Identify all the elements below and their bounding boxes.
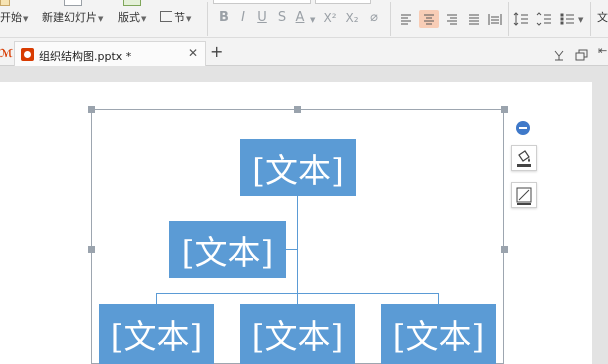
connector-line [156,293,157,304]
resize-handle-top-right[interactable] [501,106,508,113]
chevron-down-icon: ▼ [186,15,192,23]
distributed-icon[interactable] [485,10,505,28]
mic-icon[interactable] [552,46,566,61]
start-label: 开始 [0,11,22,24]
connector-line [286,249,298,250]
subscript-button[interactable]: X₂ [342,10,362,26]
paste-icon[interactable] [0,0,10,6]
paragraph-spacing-icon[interactable] [535,10,555,28]
layout-button[interactable]: 版式▼ [118,11,146,26]
align-right-icon[interactable] [442,10,462,28]
tab-title: 组织结构图.pptx * [39,50,132,63]
new-slide-label: 新建幻灯片 [42,11,97,24]
line-spacing-icon[interactable] [512,10,532,28]
divider [508,2,509,36]
connector-line [438,293,439,304]
document-tab[interactable]: 组织结构图.pptx * ✕ [14,41,206,66]
font-color-button[interactable]: A [292,10,308,26]
chevron-down-icon[interactable]: ▼ [310,13,315,27]
justify-icon[interactable] [464,10,484,28]
collapse-panel-icon[interactable]: ⇤ [598,44,607,57]
fill-bucket-button[interactable] [511,145,537,171]
align-center-icon[interactable] [419,10,439,28]
section-button[interactable]: 节▼ [160,11,191,26]
connector-line [297,293,298,304]
close-icon[interactable]: ✕ [188,46,198,60]
ribbon-toolbar: 开始▼ 新建幻灯片▼ 版式▼ 节▼ B I U S A ▼ X² X₂ ⌀ ▼ … [0,0,608,38]
org-node-assistant[interactable]: [文本] [169,221,286,278]
superscript-button[interactable]: X² [320,10,340,26]
chevron-down-icon: ▼ [23,15,29,23]
divider [207,2,208,36]
document-tab-bar: ℳ 组织结构图.pptx * ✕ + ⇤ [0,38,608,66]
org-node-child-2[interactable]: [文本] [240,304,355,364]
org-node-child-3[interactable]: [文本] [381,304,496,364]
org-node-child-1[interactable]: [文本] [99,304,214,364]
align-left-icon[interactable] [396,10,416,28]
underline-button[interactable]: U [254,10,270,26]
connector-line [297,196,298,294]
presentation-file-icon [21,48,34,61]
line-style-button[interactable] [511,182,537,208]
chevron-down-icon[interactable]: ▼ [578,13,583,27]
new-slide-icon[interactable] [64,0,82,6]
collapse-icon[interactable]: ℳ [0,47,13,60]
layout-label: 版式 [118,11,140,24]
minus-circle-icon[interactable] [516,121,530,135]
restore-icon[interactable] [575,46,589,61]
new-slide-button[interactable]: 新建幻灯片▼ [42,11,103,26]
section-label: 节 [174,11,185,24]
resize-handle-middle-right[interactable] [501,246,508,253]
bullets-icon[interactable] [558,10,578,28]
font-name-box[interactable] [213,0,311,4]
chevron-down-icon: ▼ [141,15,147,23]
resize-handle-top-left[interactable] [88,106,95,113]
org-node-top[interactable]: [文本] [240,139,356,196]
clear-format-icon[interactable]: ⌀ [366,10,382,26]
bold-button[interactable]: B [216,10,232,26]
resize-handle-middle-left[interactable] [88,246,95,253]
line-style-icon [516,187,532,205]
section-icon [160,11,172,22]
chevron-down-icon: ▼ [98,15,104,23]
fill-bucket-icon [517,150,531,167]
divider [590,2,591,36]
add-tab-button[interactable]: + [210,42,223,61]
divider [390,2,391,36]
strikethrough-button[interactable]: S [274,10,290,26]
text-menu-button[interactable]: 文 [597,11,608,25]
layout-icon[interactable] [123,0,141,6]
resize-handle-top-center[interactable] [294,106,301,113]
font-size-box[interactable] [315,0,371,4]
start-button[interactable]: 开始▼ [0,11,28,26]
italic-button[interactable]: I [235,10,251,26]
